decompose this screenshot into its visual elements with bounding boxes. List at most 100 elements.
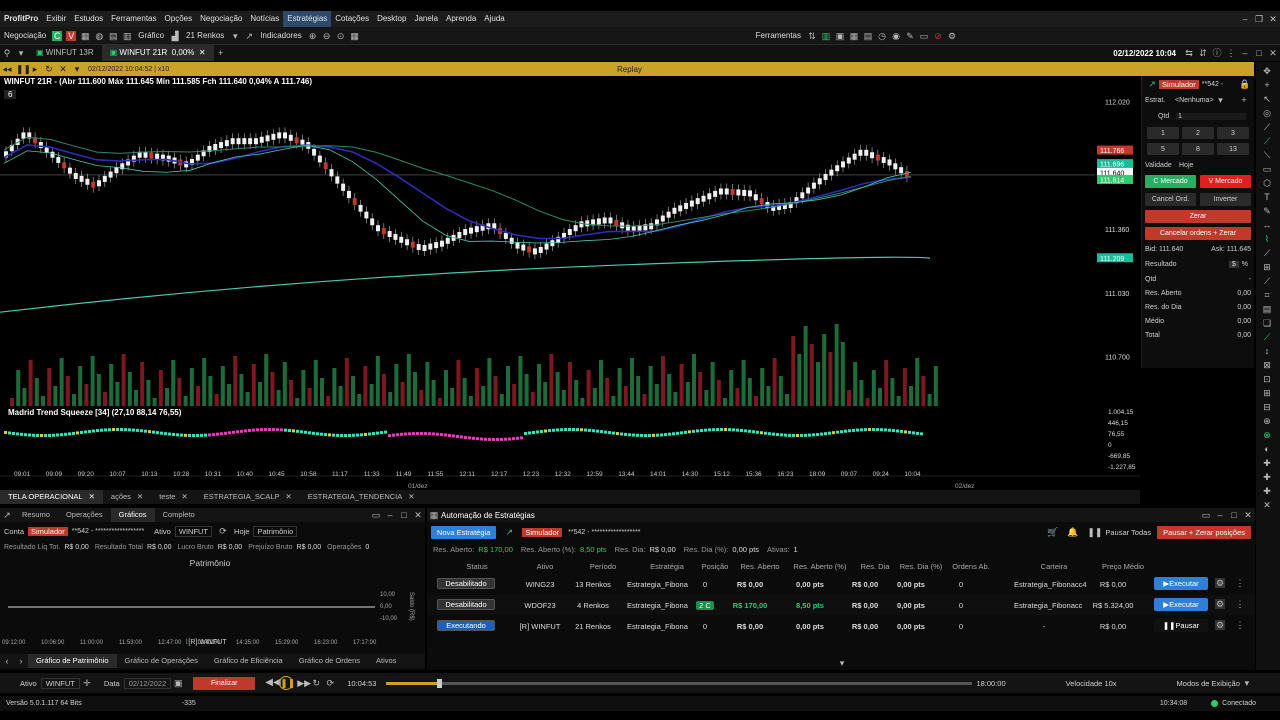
- sell-market-button[interactable]: V Mercado: [1200, 175, 1251, 188]
- menu-ferramentas[interactable]: Ferramentas: [107, 11, 160, 27]
- pct-toggle[interactable]: %: [1239, 261, 1251, 268]
- maximize-icon[interactable]: □: [399, 510, 409, 520]
- forward-icon[interactable]: ▶▶: [297, 678, 311, 688]
- settings-icon[interactable]: ⚙: [947, 31, 957, 41]
- tool-icon-7[interactable]: ▭: [1262, 164, 1272, 174]
- grid2-icon[interactable]: ▤: [863, 31, 873, 41]
- menu-cotacoes[interactable]: Cotações: [331, 11, 373, 27]
- tool-icon-11[interactable]: ↔: [1262, 220, 1272, 230]
- info-icon[interactable]: ⓘ: [1212, 48, 1222, 58]
- account-select[interactable]: **542 - ******************: [568, 529, 640, 536]
- chevron-left-icon[interactable]: ‹: [2, 656, 12, 666]
- minimize-icon[interactable]: –: [1215, 510, 1225, 520]
- qty-button-2[interactable]: 2: [1182, 127, 1214, 139]
- qty-button-13[interactable]: 13: [1217, 143, 1249, 155]
- chat-icon[interactable]: ▭: [919, 31, 929, 41]
- calendar-icon[interactable]: ▣: [173, 678, 183, 688]
- qtd-input[interactable]: 1: [1176, 112, 1246, 120]
- tool-icon-27[interactable]: ◐: [1262, 444, 1272, 454]
- validade-select[interactable]: Hoje: [1179, 162, 1193, 169]
- menu-estrategias[interactable]: Estratégias: [283, 11, 332, 27]
- panel-tab-2[interactable]: Gráficos: [110, 508, 155, 522]
- menu-janela[interactable]: Janela: [410, 11, 442, 27]
- tool-icon-17[interactable]: ▤: [1262, 304, 1272, 314]
- more-icon[interactable]: ⋮: [1235, 620, 1245, 630]
- invert-button[interactable]: Inverter: [1200, 193, 1251, 206]
- progress-handle[interactable]: [437, 678, 443, 688]
- menu-noticias[interactable]: Notícias: [246, 11, 283, 27]
- sync-icon[interactable]: ⇵: [1198, 48, 1208, 58]
- pause-icon[interactable]: ❚❚: [16, 64, 31, 74]
- tool-icon-24[interactable]: ⊟: [1262, 402, 1272, 412]
- column-header[interactable]: Res. Aberto: [730, 562, 790, 571]
- toolbar-indicadores[interactable]: Indicadores: [256, 31, 305, 40]
- more-icon[interactable]: ⋮: [1235, 578, 1245, 588]
- workspace-tab-4[interactable]: ESTRATEGIA_TENDENCIA ✕: [300, 490, 423, 504]
- status-badge[interactable]: Executando: [437, 620, 495, 631]
- indicators-icon[interactable]: ↗: [244, 31, 254, 41]
- currency-toggle[interactable]: $: [1228, 260, 1239, 268]
- column-header[interactable]: Período: [573, 562, 633, 571]
- close-icon[interactable]: ✕: [89, 492, 95, 501]
- calendar-icon[interactable]: ▣: [835, 31, 845, 41]
- chart-canvas[interactable]: 112.020 111.360 111.030 110.700 111.766 111.6…: [0, 76, 1140, 496]
- renko-select[interactable]: 21 Renkos: [182, 31, 228, 40]
- column-header[interactable]: Carteira: [1024, 562, 1084, 571]
- zerar-button[interactable]: Zerar: [1145, 210, 1251, 223]
- zoom-icon[interactable]: ⊙: [336, 31, 346, 41]
- close-icon[interactable]: ✕: [137, 492, 143, 501]
- workspace-tab-2[interactable]: teste ✕: [151, 490, 196, 504]
- tool-icon-1[interactable]: +: [1262, 80, 1272, 90]
- toolbar-negociacao[interactable]: Negociação: [0, 31, 50, 40]
- date-input[interactable]: 02/12/2022: [123, 677, 172, 689]
- chevron-down-icon[interactable]: ▾: [837, 658, 847, 668]
- tool-icon-21[interactable]: ⊠: [1262, 360, 1272, 370]
- tool-icon-22[interactable]: ⊡: [1262, 374, 1272, 384]
- status-badge[interactable]: Desabilitado: [437, 578, 495, 589]
- column-header[interactable]: Status: [447, 562, 507, 571]
- panel-tab-0[interactable]: Resumo: [14, 508, 58, 522]
- buy-market-button[interactable]: C Mercado: [1145, 175, 1196, 188]
- account-select[interactable]: **542 - ******************: [72, 528, 144, 535]
- buy-icon[interactable]: C: [52, 30, 63, 41]
- forward-icon[interactable]: ▸: [30, 64, 40, 74]
- minimize-icon[interactable]: –: [1240, 48, 1250, 58]
- menu-ajuda[interactable]: Ajuda: [480, 11, 508, 27]
- cancel-zerar-button[interactable]: Cancelar ordens + Zerar: [1145, 227, 1251, 240]
- rewind-icon[interactable]: ◂◂: [2, 64, 12, 74]
- settings-icon[interactable]: ⚙: [1215, 578, 1225, 588]
- column-header[interactable]: Ordens Ab.: [941, 562, 1001, 571]
- rewind-icon[interactable]: ◀◀: [265, 678, 280, 688]
- tool-icon-10[interactable]: ✎: [1262, 206, 1272, 216]
- chart-type-tab-2[interactable]: Gráfico de Eficiência: [206, 654, 291, 668]
- settings-icon[interactable]: ⚙: [1215, 620, 1225, 630]
- pause-all-button[interactable]: Pausar Todas: [1105, 528, 1151, 537]
- tool-icon-25[interactable]: ⊕: [1262, 416, 1272, 426]
- tool-icon-28[interactable]: ✚: [1262, 458, 1272, 468]
- column-header[interactable]: Ativo: [515, 562, 575, 571]
- close-icon[interactable]: ✕: [1268, 48, 1278, 58]
- pause-icon[interactable]: ❚❚: [279, 676, 295, 690]
- table-icon[interactable]: ▦: [849, 31, 859, 41]
- close-icon[interactable]: ✕: [58, 64, 68, 74]
- tool-icon-5[interactable]: ⟋: [1262, 136, 1272, 146]
- type-select[interactable]: Patrimônio: [253, 525, 298, 537]
- bell-icon[interactable]: 🔔: [1067, 527, 1078, 537]
- tool-icon-0[interactable]: ✥: [1262, 66, 1272, 76]
- chart-type-tab-4[interactable]: Ativos: [368, 654, 404, 668]
- column-header[interactable]: Preço Médio: [1093, 562, 1153, 571]
- tool-icon-23[interactable]: ⊞: [1262, 388, 1272, 398]
- status-badge[interactable]: Desabilitado: [437, 599, 495, 610]
- strategy-row[interactable]: Executando [R] WINFUT 21 Renkos Estrategia_…: [427, 616, 1255, 636]
- column-header[interactable]: Res. Aberto (%): [790, 562, 850, 571]
- renko-icon[interactable]: ▟: [170, 31, 180, 41]
- chevron-right-icon[interactable]: ›: [16, 656, 26, 666]
- panel-tab-1[interactable]: Operações: [58, 508, 111, 522]
- finalizar-button[interactable]: Finalizar: [193, 676, 256, 690]
- estrat-select[interactable]: <Nenhuma>: [1175, 97, 1214, 104]
- tool-icon-4[interactable]: ⟋: [1262, 122, 1272, 132]
- qty-button-8[interactable]: 8: [1182, 143, 1214, 155]
- menu-estudos[interactable]: Estudos: [70, 11, 107, 27]
- tool-icon-26[interactable]: ⊗: [1262, 430, 1272, 440]
- close-icon[interactable]: ✕: [1243, 510, 1253, 520]
